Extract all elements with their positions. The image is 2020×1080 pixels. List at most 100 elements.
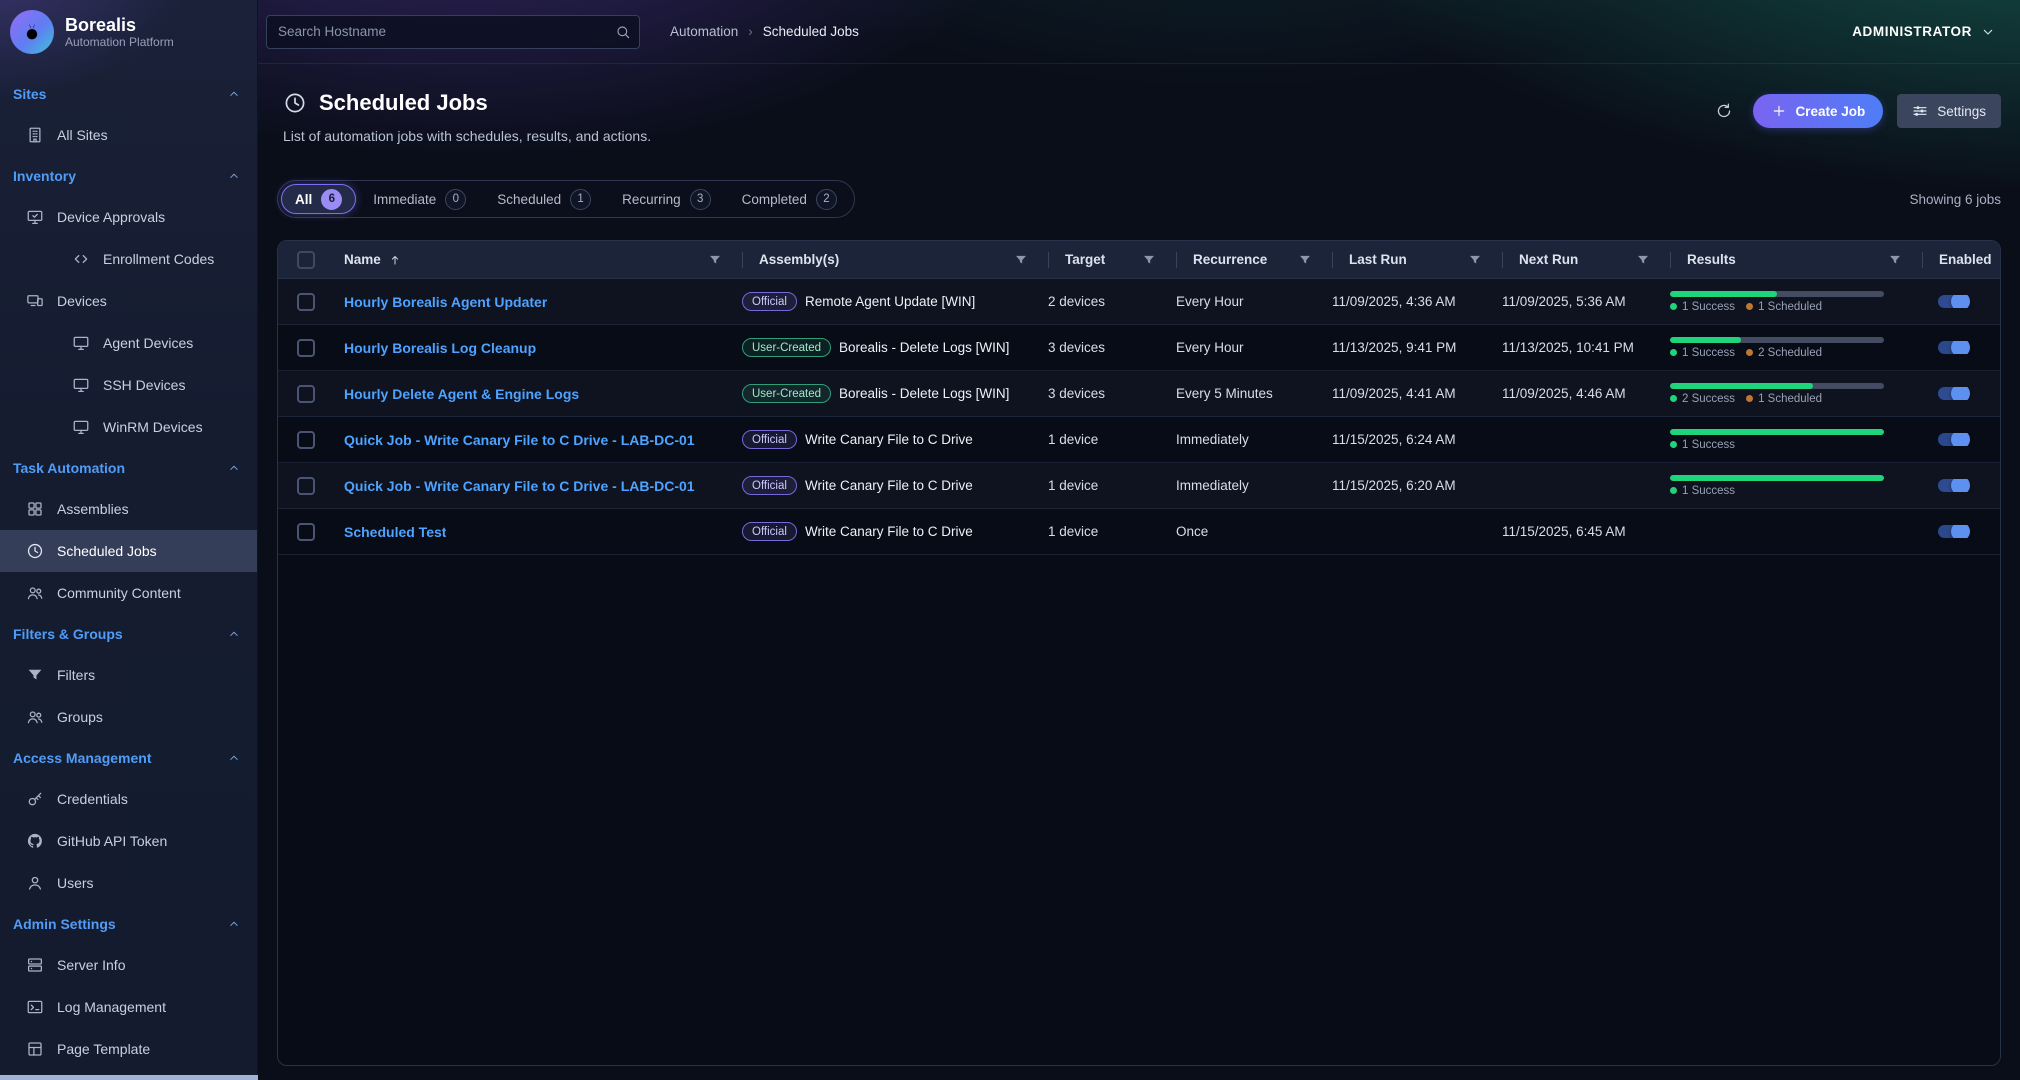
tab-scheduled[interactable]: Scheduled 1 [483,184,605,214]
sidebar-item-users[interactable]: Users [0,862,257,904]
cell-next-run: 11/09/2025, 4:46 AM [1492,386,1660,401]
select-all-cell [278,241,334,278]
sort-asc-icon[interactable] [388,253,402,267]
filter-icon[interactable] [1142,253,1156,267]
enabled-toggle[interactable] [1938,525,1968,538]
filter-icon[interactable] [1014,253,1028,267]
sidebar-item-winrm-devices[interactable]: WinRM Devices [0,406,257,448]
tab-all[interactable]: All 6 [281,184,356,214]
search-icon [615,24,631,40]
brand: Borealis Automation Platform [0,0,257,64]
job-name-link[interactable]: Quick Job - Write Canary File to C Drive… [344,432,695,448]
table-row[interactable]: Hourly Delete Agent & Engine Logs User-C… [278,371,2000,417]
enabled-toggle[interactable] [1938,479,1968,492]
plus-icon [1771,103,1787,119]
sidebar-item-github-api-token[interactable]: GitHub API Token [0,820,257,862]
job-filter-tabs: All 6 Immediate 0 Scheduled 1 Recurring … [277,180,855,218]
cell-last-run: 11/13/2025, 9:41 PM [1322,340,1492,355]
enabled-toggle[interactable] [1938,341,1968,354]
select-all-checkbox[interactable] [297,251,315,269]
table-row[interactable]: Hourly Borealis Agent Updater Official R… [278,279,2000,325]
filter-icon[interactable] [1636,253,1650,267]
sidebar-item-agent-devices[interactable]: Agent Devices [0,322,257,364]
results-cell: 1 Success [1660,475,1912,497]
job-name-link[interactable]: Hourly Borealis Log Cleanup [344,340,536,356]
chevron-up-icon [227,751,241,765]
sidebar-item-server-info[interactable]: Server Info [0,944,257,986]
enabled-toggle[interactable] [1938,387,1968,400]
results-cell: 2 Success 1 Scheduled [1660,383,1912,405]
sidebar-section-sites[interactable]: Sites [0,74,257,114]
success-dot-icon [1670,441,1677,448]
cell-target: 1 device [1038,524,1166,539]
layout-icon [26,1040,44,1058]
sidebar-partial-item [0,1075,258,1080]
sidebar-item-log-management[interactable]: Log Management [0,986,257,1028]
assembly-name: Write Canary File to C Drive [805,432,973,447]
enabled-toggle[interactable] [1938,295,1968,308]
tab-immediate[interactable]: Immediate 0 [359,184,480,214]
assembly-badge: User-Created [742,384,831,403]
row-checkbox[interactable] [297,385,315,403]
sidebar-item-page-template[interactable]: Page Template [0,1028,257,1070]
sidebar-item-scheduled-jobs[interactable]: Scheduled Jobs [0,530,257,572]
sidebar-item-device-approvals[interactable]: Device Approvals [0,196,257,238]
job-name-link[interactable]: Scheduled Test [344,524,446,540]
sidebar-item-groups[interactable]: Groups [0,696,257,738]
sidebar-section-access-management[interactable]: Access Management [0,738,257,778]
row-checkbox[interactable] [297,477,315,495]
col-next-run: Next Run [1492,241,1660,278]
breadcrumb-current: Scheduled Jobs [763,24,859,39]
sidebar-section-filters-groups[interactable]: Filters & Groups [0,614,257,654]
terminal-icon [26,998,44,1016]
grid-icon [26,500,44,518]
clock-icon [283,91,307,115]
row-checkbox[interactable] [297,523,315,541]
key-icon [26,790,44,808]
job-name-link[interactable]: Hourly Delete Agent & Engine Logs [344,386,579,402]
sidebar-item-assemblies[interactable]: Assemblies [0,488,257,530]
sidebar-item-ssh-devices[interactable]: SSH Devices [0,364,257,406]
tab-completed[interactable]: Completed 2 [728,184,851,214]
filter-icon[interactable] [1888,253,1902,267]
create-job-button[interactable]: Create Job [1753,94,1883,128]
sidebar-section-admin-settings[interactable]: Admin Settings [0,904,257,944]
enabled-toggle[interactable] [1938,433,1968,446]
settings-button[interactable]: Settings [1897,94,2001,128]
row-checkbox[interactable] [297,339,315,357]
sidebar-item-community-content[interactable]: Community Content [0,572,257,614]
col-assembly: Assembly(s) [732,241,1038,278]
filter-icon[interactable] [708,253,722,267]
job-name-link[interactable]: Quick Job - Write Canary File to C Drive… [344,478,695,494]
col-name: Name [334,241,732,278]
filter-icon[interactable] [1468,253,1482,267]
table-row[interactable]: Scheduled Test Official Write Canary Fil… [278,509,2000,555]
col-recurrence: Recurrence [1166,241,1322,278]
refresh-button[interactable] [1709,96,1739,126]
cell-last-run: 11/09/2025, 4:41 AM [1322,386,1492,401]
row-checkbox[interactable] [297,293,315,311]
filter-icon[interactable] [1298,253,1312,267]
table-row[interactable]: Quick Job - Write Canary File to C Drive… [278,463,2000,509]
sidebar-item-devices[interactable]: Devices [0,280,257,322]
row-checkbox[interactable] [297,431,315,449]
table-row[interactable]: Hourly Borealis Log Cleanup User-Created… [278,325,2000,371]
borealis-logo-icon [10,10,54,54]
tab-recurring[interactable]: Recurring 3 [608,184,725,214]
sidebar-item-filters[interactable]: Filters [0,654,257,696]
sidebar-section-inventory[interactable]: Inventory [0,156,257,196]
sidebar-item-enrollment-codes[interactable]: Enrollment Codes [0,238,257,280]
cell-recurrence: Immediately [1166,432,1322,447]
sidebar-item-credentials[interactable]: Credentials [0,778,257,820]
cell-next-run: 11/13/2025, 10:41 PM [1492,340,1660,355]
sidebar-section-task-automation[interactable]: Task Automation [0,448,257,488]
sidebar-item-all-sites[interactable]: All Sites [0,114,257,156]
chevron-up-icon [227,461,241,475]
search-input[interactable] [266,15,640,49]
table-row[interactable]: Quick Job - Write Canary File to C Drive… [278,417,2000,463]
breadcrumb-automation[interactable]: Automation [670,24,738,39]
user-menu[interactable]: ADMINISTRATOR [1852,24,1996,40]
job-name-link[interactable]: Hourly Borealis Agent Updater [344,294,547,310]
funnel-icon [26,666,44,684]
results-cell: 1 Success [1660,429,1912,451]
